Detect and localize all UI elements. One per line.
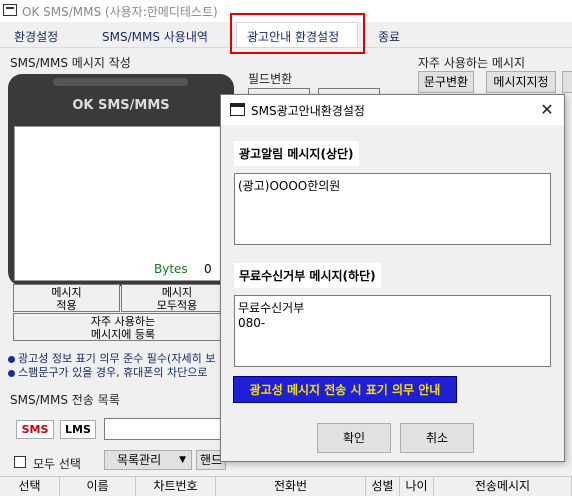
close-icon[interactable]: ✕ [537,100,557,120]
menu-usage-history[interactable]: SMS/MMS 사용내역 [102,28,208,45]
top-message-label: 광고알림 메시지(상단) [234,141,359,166]
menu-exit[interactable]: 종료 [378,28,400,45]
send-list-input[interactable] [104,418,234,440]
cancel-button[interactable]: 취소 [400,423,474,453]
select-all-checkbox[interactable] [14,456,26,468]
register-frequent-button[interactable]: 자주 사용하는 메시지에 등록 [13,313,233,341]
dialog-title-bar: SMS광고안내환경설정 ✕ [221,95,564,125]
column-age[interactable]: 나이 [400,476,434,496]
column-gender[interactable]: 성별 [366,476,400,496]
list-manage-dropdown[interactable]: 목록관리 ▼ [104,450,192,470]
phone-speaker [53,78,188,86]
bullet-icon [8,369,15,377]
column-name[interactable]: 이름 [60,476,136,496]
lms-badge[interactable]: LMS [60,420,96,439]
list-manage-label: 목록관리 [117,453,162,467]
column-select[interactable]: 선택 [0,476,60,496]
bullet-icon [8,355,15,363]
app-icon [3,4,17,16]
notice-text-2: 스팸문구가 있을 경우, 휴대폰의 차단으로 [18,366,208,379]
sms-badge[interactable]: SMS [16,420,54,439]
send-list-title: SMS/MMS 전송 목록 [10,393,120,407]
message-textarea[interactable] [14,126,226,281]
window-icon [230,103,245,116]
bytes-value: 0 [204,262,212,276]
red-highlight-box [230,13,365,54]
bytes-label: Bytes [154,262,188,276]
dialog-title: SMS광고안내환경설정 [251,104,365,118]
bottom-message-label: 무료수신거부 메시지(하단) [234,263,381,288]
ok-button[interactable]: 확인 [317,423,391,453]
bottom-message-textarea[interactable]: 무료수신거부 080- [234,295,551,367]
phone-brand: OK SMS/MMS [72,98,170,113]
main-window-title: OK SMS/MMS (사용자:한메디테스트) [22,5,218,19]
top-message-textarea[interactable]: (광고)OOOO한의원 [234,173,551,245]
frequent-extra-button[interactable] [562,71,572,93]
column-message[interactable]: 전송메시지 [434,476,572,496]
compose-section-title: SMS/MMS 메시지 작성 [10,56,131,70]
menu-settings[interactable]: 환경설정 [14,28,58,45]
field-convert-label: 필드변환 [248,72,293,86]
phrase-convert-button[interactable]: 문구변환 [418,71,474,93]
notice-line-2: 스팸문구가 있을 경우, 휴대폰의 차단으로 [8,364,208,380]
message-specify-button[interactable]: 메시지지정 [486,71,556,93]
ad-notice-guide-button[interactable]: 광고성 메시지 전송 시 표기 의무 안내 [233,376,457,403]
apply-message-button[interactable]: 메시지 적용 [13,284,120,312]
frequent-section-title: 자주 사용하는 메시지 [418,56,525,70]
select-all-label: 모두 선택 [33,457,81,471]
apply-all-button[interactable]: 메시지 모두적용 [121,284,233,312]
ad-settings-dialog: SMS광고안내환경설정 ✕ 광고알림 메시지(상단) (광고)OOOO한의원 무… [220,94,565,462]
column-phone[interactable]: 전화번 [216,476,366,496]
column-chart-number[interactable]: 차트번호 [136,476,216,496]
chevron-down-icon: ▼ [179,455,186,465]
